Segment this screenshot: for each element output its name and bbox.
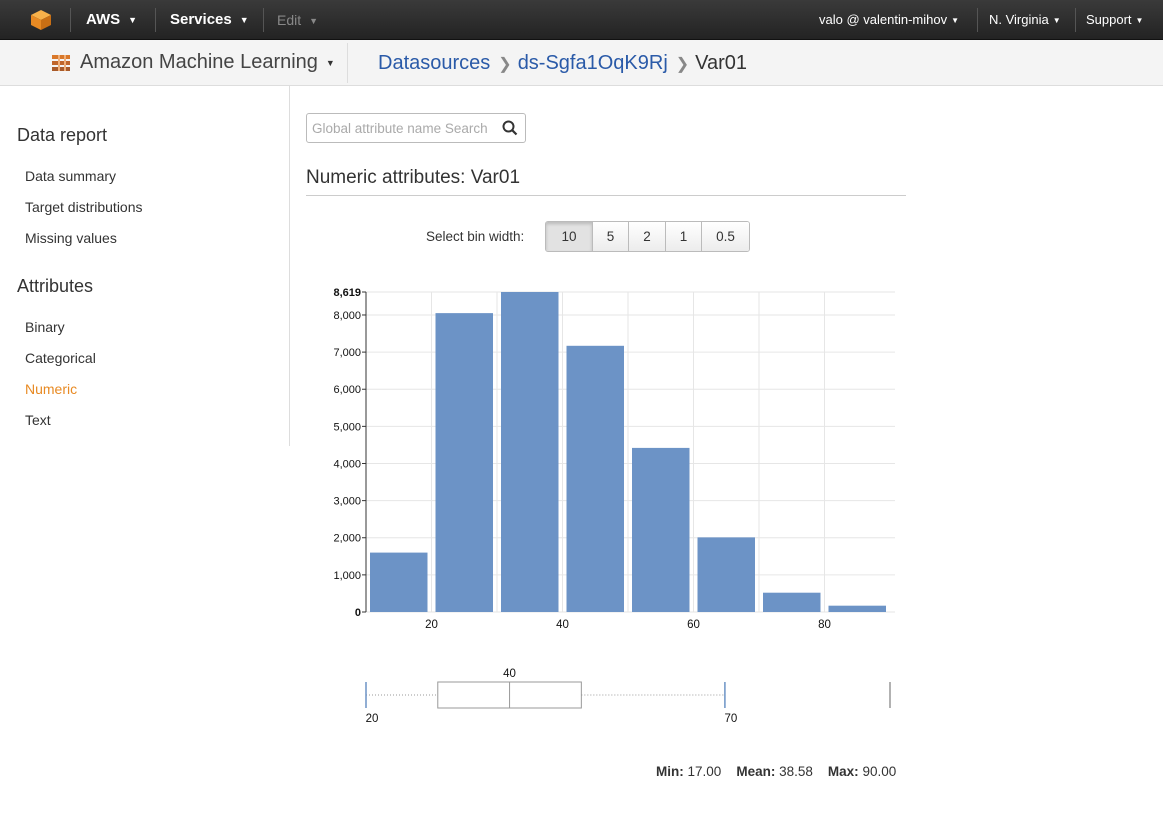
- chart-bars: [370, 292, 886, 612]
- boxplot-label: 40: [503, 668, 516, 680]
- sidebar-item-numeric[interactable]: Numeric: [25, 381, 77, 397]
- support-label: Support: [1086, 12, 1132, 27]
- summary-stats: Min: 17.00 Mean: 38.58 Max: 90.00: [656, 764, 896, 779]
- y-tick-label: 3,000: [333, 496, 361, 508]
- max-value: 90.00: [862, 764, 897, 779]
- bin-option-0-5[interactable]: 0.5: [701, 222, 749, 251]
- max-label: Max:: [827, 764, 859, 779]
- mean-value: 38.58: [779, 764, 813, 779]
- histogram-bar: [632, 447, 690, 612]
- bin-width-label: Select bin width:: [426, 229, 525, 244]
- y-tick-label: 0: [355, 607, 361, 619]
- sidebar-item-binary[interactable]: Binary: [25, 319, 65, 335]
- x-tick-label: 20: [425, 619, 438, 631]
- breadcrumb-datasource-id[interactable]: ds-Sgfa1OqK9Rj: [518, 52, 668, 74]
- y-tick-label: 4,000: [333, 458, 361, 470]
- histogram-bar: [435, 313, 493, 612]
- histogram-bar: [697, 537, 755, 612]
- chevron-down-icon: ▼: [325, 57, 335, 68]
- bin-option-2[interactable]: 2: [628, 222, 665, 251]
- chevron-down-icon: ▼: [128, 15, 138, 26]
- region-label: N. Virginia: [989, 12, 1049, 27]
- chevron-right-icon: ❯: [498, 56, 512, 73]
- section-divider: [306, 195, 906, 196]
- chart-axes: 0 1,000 2,000 3,000 4,000 5,000 6,000 7,000 8,00…: [333, 287, 830, 631]
- chevron-down-icon: ▼: [309, 16, 319, 27]
- mean-label: Mean:: [736, 764, 776, 779]
- x-tick-label: 80: [818, 619, 831, 631]
- breadcrumb: Datasources ❯ ds-Sgfa1OqK9Rj ❯ Var01: [378, 40, 747, 86]
- edit-label: Edit: [277, 12, 302, 28]
- y-tick-label: 2,000: [333, 533, 361, 545]
- sidebar-item-text[interactable]: Text: [25, 412, 51, 428]
- histogram-bar: [501, 292, 559, 612]
- attribute-search-input[interactable]: [312, 119, 498, 137]
- y-tick-label: 8,619: [333, 287, 361, 299]
- min-label: Min:: [656, 764, 684, 779]
- breadcrumb-datasources[interactable]: Datasources: [378, 52, 490, 74]
- chevron-down-icon: ▼: [951, 15, 960, 25]
- histogram-bar: [828, 605, 886, 612]
- y-tick-label: 8,000: [333, 310, 361, 322]
- bin-width-selector: 10 5 2 1 0.5: [545, 221, 750, 252]
- x-tick-label: 60: [687, 619, 700, 631]
- chevron-down-icon: ▼: [1135, 15, 1144, 25]
- y-tick-label: 7,000: [333, 347, 361, 359]
- chevron-right-icon: ❯: [675, 56, 690, 73]
- sidebar-item-data-summary[interactable]: Data summary: [25, 168, 116, 184]
- chevron-down-icon: ▼: [239, 15, 249, 26]
- bin-option-1[interactable]: 1: [665, 222, 701, 251]
- sidebar: Data report Data summary Target distribu…: [0, 86, 290, 446]
- boxplot-label: 70: [725, 713, 738, 725]
- services-menu[interactable]: Services ▼: [170, 0, 249, 40]
- service-header: Amazon Machine Learning ▼ Datasources ❯ ds-…: [0, 40, 1163, 86]
- attributes-heading: Attributes: [17, 276, 94, 296]
- region-menu[interactable]: N. Virginia ▼: [989, 0, 1061, 40]
- services-label: Services: [170, 11, 232, 28]
- aws-label: AWS: [86, 11, 121, 28]
- attribute-search-box: [306, 113, 526, 143]
- section-title: Numeric attributes: Var01: [306, 167, 521, 188]
- account-menu[interactable]: valo @ valentin-mihov ▼: [819, 0, 959, 40]
- bin-option-5[interactable]: 5: [592, 222, 628, 251]
- service-switcher[interactable]: Amazon Machine Learning ▼: [80, 40, 335, 86]
- search-icon[interactable]: [501, 119, 519, 137]
- account-label: valo @ valentin-mihov: [819, 12, 948, 27]
- aws-top-bar: AWS ▼ Services ▼ Edit ▼ valo @ valentin-mih…: [0, 0, 1163, 40]
- sidebar-item-categorical[interactable]: Categorical: [25, 350, 96, 366]
- service-name: Amazon Machine Learning: [80, 51, 318, 73]
- chart-grid: [366, 291, 895, 613]
- boxplot-label: 20: [366, 713, 379, 725]
- bin-option-10[interactable]: 10: [546, 222, 592, 251]
- histogram-bar: [566, 345, 624, 612]
- histogram-bar: [763, 592, 821, 612]
- chevron-down-icon: ▼: [1052, 15, 1061, 25]
- x-tick-label: 40: [556, 619, 569, 631]
- min-value: 17.00: [687, 764, 722, 779]
- aws-menu[interactable]: AWS ▼: [86, 0, 137, 40]
- aws-cube-icon[interactable]: [30, 9, 52, 31]
- histogram-bar: [370, 552, 428, 612]
- boxplot: 40 20 70: [365, 668, 891, 725]
- y-tick-label: 6,000: [333, 384, 361, 396]
- breadcrumb-current: Var01: [695, 52, 748, 74]
- support-menu[interactable]: Support ▼: [1086, 0, 1143, 40]
- y-tick-label: 5,000: [333, 421, 361, 433]
- edit-menu[interactable]: Edit ▼: [277, 0, 318, 40]
- data-report-heading: Data report: [17, 125, 108, 145]
- boxplot-box: [437, 681, 582, 709]
- machine-learning-icon: [50, 52, 72, 74]
- sidebar-item-missing-values[interactable]: Missing values: [25, 230, 117, 246]
- y-tick-label: 1,000: [333, 570, 361, 582]
- sidebar-item-target-distributions[interactable]: Target distributions: [25, 199, 143, 215]
